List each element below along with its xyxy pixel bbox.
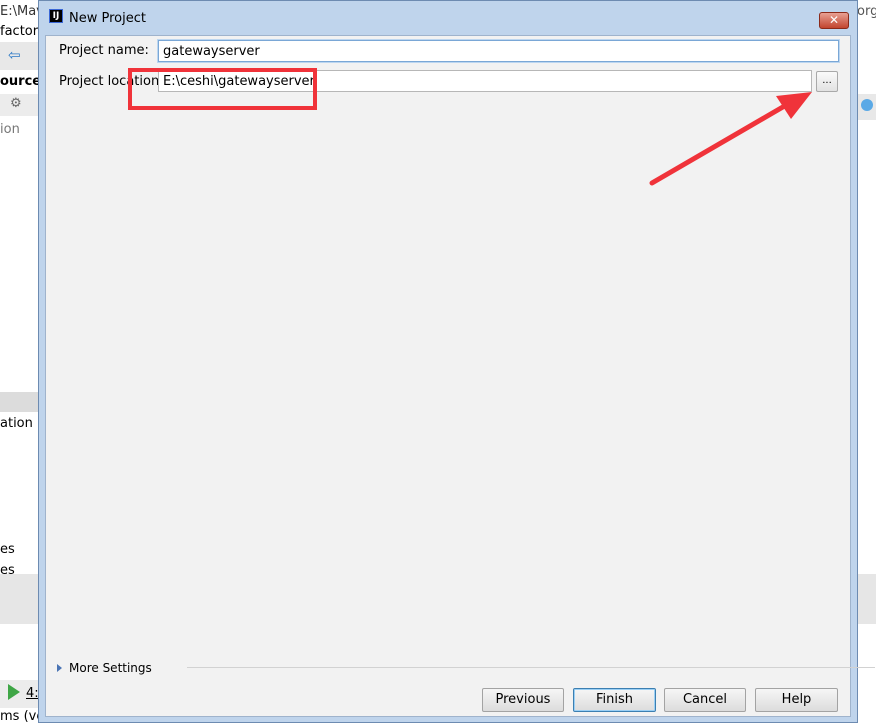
annotation-arrow-icon [649,92,812,186]
